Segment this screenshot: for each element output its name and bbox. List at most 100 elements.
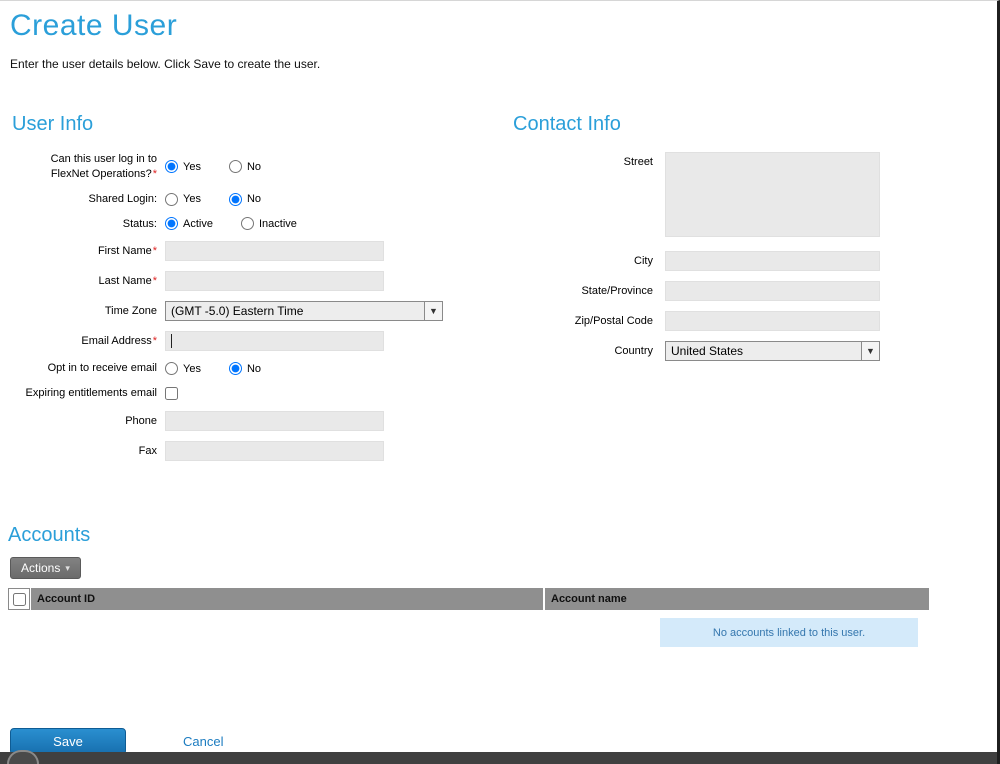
label-text: Country — [614, 345, 653, 357]
first-name-label: First Name* — [12, 244, 165, 259]
option-label: No — [247, 161, 261, 173]
chevron-glyph: ▼ — [429, 306, 438, 316]
dropdown-arrow-icon: ▾ — [65, 563, 70, 574]
actions-button-label: Actions — [21, 561, 60, 575]
fax-row: Fax — [12, 441, 482, 461]
first-name-row: First Name* — [12, 241, 482, 261]
footer-actions: Save Cancel — [10, 728, 223, 755]
option-label: No — [247, 363, 261, 375]
opt-in-email-label: Opt in to receive email — [12, 361, 165, 376]
shared-login-yes-option[interactable]: Yes — [165, 193, 201, 206]
accounts-table-header: Account ID Account name — [8, 588, 934, 610]
select-all-checkbox[interactable] — [13, 593, 26, 606]
state-input[interactable] — [665, 281, 880, 301]
shared-login-no-radio[interactable] — [229, 193, 242, 206]
option-label: Active — [183, 218, 213, 230]
opt-in-yes-radio[interactable] — [165, 362, 178, 375]
email-label: Email Address* — [12, 334, 165, 349]
status-inactive-radio[interactable] — [241, 217, 254, 230]
label-text: Email Address — [81, 335, 151, 347]
empty-accounts-message: No accounts linked to this user. — [660, 618, 918, 647]
opt-in-yes-option[interactable]: Yes — [165, 362, 201, 375]
shared-login-no-option[interactable]: No — [229, 193, 261, 206]
email-input-wrap — [165, 331, 384, 351]
cancel-link[interactable]: Cancel — [183, 734, 223, 749]
option-label: No — [247, 193, 261, 205]
country-select[interactable]: United States ▼ — [665, 341, 880, 361]
label-text: Fax — [139, 445, 157, 457]
page-subtitle: Enter the user details below. Click Save… — [10, 57, 997, 71]
label-text: Expiring entitlements email — [26, 387, 157, 399]
expiring-entitlements-checkbox[interactable] — [165, 387, 178, 400]
login-question-label: Can this user log in to FlexNet Operatio… — [12, 152, 165, 182]
column-header-account-id: Account ID — [31, 588, 543, 610]
login-no-option[interactable]: No — [229, 160, 261, 173]
city-input[interactable] — [665, 251, 880, 271]
city-label: City — [513, 254, 665, 269]
page-header: Create User Enter the user details below… — [0, 1, 997, 71]
select-value: (GMT -5.0) Eastern Time — [166, 302, 424, 320]
city-row: City — [513, 251, 953, 271]
label-text: State/Province — [581, 285, 653, 297]
time-zone-select[interactable]: (GMT -5.0) Eastern Time ▼ — [165, 301, 443, 321]
fax-input[interactable] — [165, 441, 384, 461]
label-text: Time Zone — [105, 305, 157, 317]
status-active-option[interactable]: Active — [165, 217, 213, 230]
first-name-input[interactable] — [165, 241, 384, 261]
select-value: United States — [666, 342, 861, 360]
shared-login-options: Yes No — [165, 193, 261, 206]
login-yes-option[interactable]: Yes — [165, 160, 201, 173]
login-no-radio[interactable] — [229, 160, 242, 173]
country-label: Country — [513, 344, 665, 359]
status-options: Active Inactive — [165, 217, 297, 230]
zip-label: Zip/Postal Code — [513, 314, 665, 329]
email-input[interactable] — [165, 331, 384, 351]
panel-handle[interactable] — [7, 750, 39, 764]
expiring-entitlements-row: Expiring entitlements email — [12, 386, 482, 401]
phone-input[interactable] — [165, 411, 384, 431]
time-zone-row: Time Zone (GMT -5.0) Eastern Time ▼ — [12, 301, 482, 321]
status-active-radio[interactable] — [165, 217, 178, 230]
label-text: First Name — [98, 245, 152, 257]
chevron-glyph: ▼ — [866, 346, 875, 356]
login-yes-radio[interactable] — [165, 160, 178, 173]
column-header-account-name: Account name — [545, 588, 929, 610]
phone-row: Phone — [12, 411, 482, 431]
option-label: Inactive — [259, 218, 297, 230]
login-question-row: Can this user log in to FlexNet Operatio… — [12, 152, 482, 182]
label-text: City — [634, 255, 653, 267]
label-text: Shared Login: — [89, 193, 158, 205]
label-text: Street — [624, 156, 653, 168]
last-name-input[interactable] — [165, 271, 384, 291]
user-info-heading: User Info — [12, 113, 482, 136]
email-row: Email Address* — [12, 331, 482, 351]
status-row: Status: Active Inactive — [12, 217, 482, 232]
last-name-row: Last Name* — [12, 271, 482, 291]
fax-label: Fax — [12, 444, 165, 459]
user-info-section: User Info Can this user log in to FlexNe… — [12, 113, 482, 471]
create-user-page: Create User Enter the user details below… — [0, 0, 1000, 764]
login-question-options: Yes No — [165, 160, 261, 173]
actions-button[interactable]: Actions ▾ — [10, 557, 81, 579]
chevron-down-icon: ▼ — [861, 342, 879, 360]
opt-in-no-radio[interactable] — [229, 362, 242, 375]
state-label: State/Province — [513, 284, 665, 299]
opt-in-no-option[interactable]: No — [229, 362, 261, 375]
contact-info-heading: Contact Info — [513, 113, 953, 136]
state-row: State/Province — [513, 281, 953, 301]
status-inactive-option[interactable]: Inactive — [241, 217, 297, 230]
label-text: Last Name — [99, 275, 152, 287]
required-marker: * — [153, 245, 157, 257]
last-name-label: Last Name* — [12, 274, 165, 289]
zip-row: Zip/Postal Code — [513, 311, 953, 331]
shared-login-label: Shared Login: — [12, 192, 165, 207]
street-row: Street — [513, 152, 953, 237]
opt-in-email-options: Yes No — [165, 362, 261, 375]
street-label: Street — [513, 152, 665, 170]
option-label: Yes — [183, 363, 201, 375]
zip-input[interactable] — [665, 311, 880, 331]
required-marker: * — [153, 275, 157, 287]
shared-login-yes-radio[interactable] — [165, 193, 178, 206]
shared-login-row: Shared Login: Yes No — [12, 192, 482, 207]
street-input[interactable] — [665, 152, 880, 237]
